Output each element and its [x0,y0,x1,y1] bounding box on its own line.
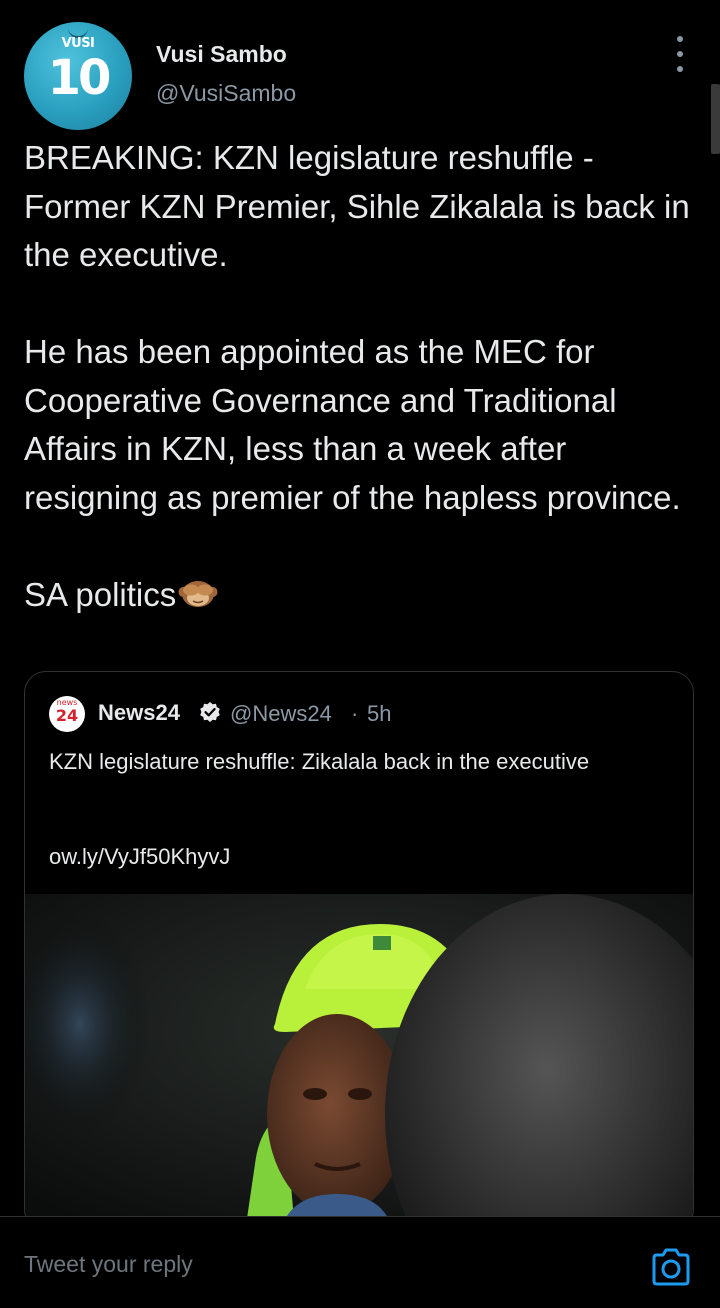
author-avatar[interactable]: VUSI 10 [24,22,132,130]
verified-badge-icon [200,702,220,722]
more-dot [677,51,683,57]
news-photo[interactable] [25,894,694,1231]
tweet-text: BREAKING: KZN legislature reshuffle - Fo… [24,139,690,613]
quoted-tweet-link[interactable]: ow.ly/VyJf50KhyvJ [49,844,230,870]
more-options-icon[interactable] [668,36,692,72]
quoted-author-name: News24 [98,700,180,725]
scrollbar-thumb[interactable] [711,84,720,154]
quoted-tweet-time: 5h [367,701,392,726]
camera-icon[interactable] [650,1248,692,1286]
more-dot [677,36,683,42]
tweet-body: BREAKING: KZN legislature reshuffle - Fo… [24,134,704,619]
more-dot [677,66,683,72]
news24-logo-number: 24 [55,706,79,725]
news24-logo: news 24 [49,696,85,732]
reply-bar [0,1216,720,1308]
avatar-jersey-number: 10 [47,50,112,106]
avatar-jersey-label: VUSI [61,36,95,51]
meta-separator: · [351,701,359,726]
quoted-tweet-card[interactable]: news 24 News24 @News24 · 5h KZN legislat… [24,671,694,1231]
quoted-tweet-text: KZN legislature reshuffle: Zikalala back… [49,749,590,774]
see-no-evil-monkey-icon [178,580,218,607]
quoted-author-handle: @News24 [230,701,332,726]
author-name[interactable]: Vusi Sambo [156,41,287,68]
author-handle[interactable]: @VusiSambo [156,80,296,107]
reply-input[interactable] [24,1251,584,1278]
